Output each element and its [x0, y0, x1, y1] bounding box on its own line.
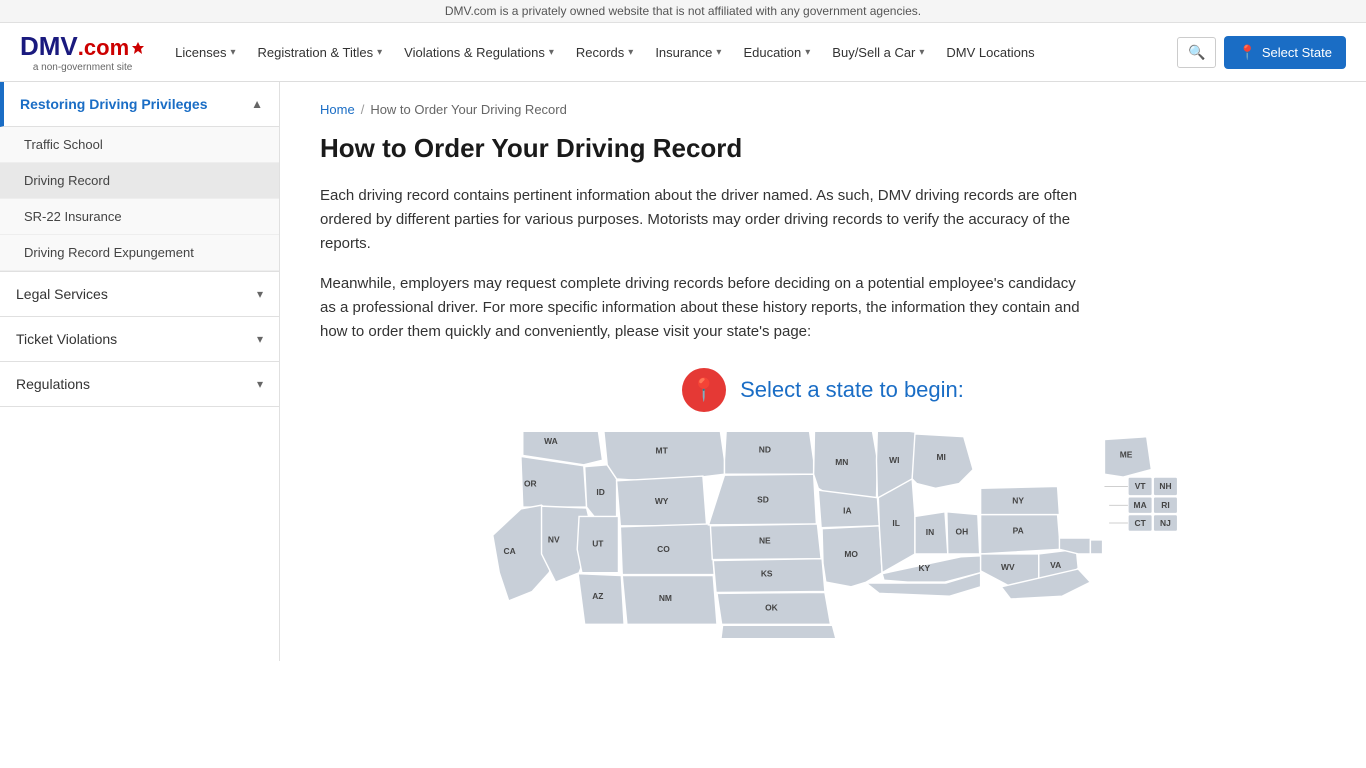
- us-map-container: WA OR CA ID NV MT WY: [443, 432, 1203, 641]
- state-id[interactable]: [585, 465, 617, 521]
- pin-circle-icon: 📍: [682, 368, 726, 412]
- state-co[interactable]: [620, 524, 714, 575]
- state-tx[interactable]: [720, 625, 837, 638]
- breadcrumb: Home / How to Order Your Driving Record: [320, 102, 1326, 117]
- nav-insurance[interactable]: Insurance ▾: [645, 37, 731, 68]
- content-paragraph-2: Meanwhile, employers may request complet…: [320, 272, 1080, 344]
- nav-registration[interactable]: Registration & Titles ▾: [248, 37, 393, 68]
- sidebar-section-title-legal: Legal Services: [16, 286, 108, 302]
- state-ks[interactable]: [713, 559, 825, 593]
- nav-records[interactable]: Records ▾: [566, 37, 643, 68]
- sidebar-section-title-regulations: Regulations: [16, 376, 90, 392]
- search-button[interactable]: 🔍: [1177, 37, 1216, 68]
- sidebar-section-violations[interactable]: Ticket Violations ▾: [0, 317, 279, 362]
- header: DMV . com a non-government site Licenses…: [0, 23, 1366, 82]
- sidebar-sub-items-restoring: Traffic School Driving Record SR-22 Insu…: [0, 127, 279, 272]
- chevron-up-icon: ▲: [251, 97, 263, 111]
- sidebar-section-restoring[interactable]: Restoring Driving Privileges ▲: [0, 82, 279, 127]
- state-nh[interactable]: [1153, 477, 1177, 496]
- select-state-button[interactable]: 📍 Select State: [1224, 36, 1346, 69]
- state-pa[interactable]: [981, 515, 1061, 554]
- nav-buysell[interactable]: Buy/Sell a Car ▾: [822, 37, 934, 68]
- page-title: How to Order Your Driving Record: [320, 133, 1326, 164]
- state-oh[interactable]: [947, 512, 980, 554]
- sidebar-item-driving-record[interactable]: Driving Record: [0, 163, 279, 199]
- chevron-down-icon: ▾: [716, 47, 721, 58]
- state-az[interactable]: [578, 574, 624, 625]
- state-vt[interactable]: [1128, 477, 1152, 496]
- state-nd[interactable]: [724, 432, 813, 474]
- chevron-down-icon: ▾: [549, 47, 554, 58]
- sidebar-section-title-restoring: Restoring Driving Privileges: [20, 96, 208, 112]
- content-paragraph-1: Each driving record contains pertinent i…: [320, 184, 1080, 256]
- sidebar-section-regulations[interactable]: Regulations ▾: [0, 362, 279, 407]
- main-container: Restoring Driving Privileges ▲ Traffic S…: [0, 82, 1366, 661]
- state-ok[interactable]: [717, 592, 831, 624]
- state-nj[interactable]: [1153, 515, 1177, 532]
- breadcrumb-current: How to Order Your Driving Record: [370, 102, 567, 117]
- chevron-down-icon: ▾: [628, 47, 633, 58]
- breadcrumb-separator: /: [361, 102, 365, 117]
- nav-education[interactable]: Education ▾: [733, 37, 820, 68]
- state-me[interactable]: [1104, 437, 1151, 477]
- chevron-down-icon: ▾: [805, 47, 810, 58]
- sidebar-item-traffic-school[interactable]: Traffic School: [0, 127, 279, 163]
- top-banner: DMV.com is a privately owned website tha…: [0, 0, 1366, 23]
- state-de[interactable]: [1090, 540, 1102, 554]
- sidebar-item-sr22[interactable]: SR-22 Insurance: [0, 199, 279, 235]
- content-area: Home / How to Order Your Driving Record …: [280, 82, 1366, 661]
- state-ne[interactable]: [710, 524, 821, 560]
- chevron-down-icon: ▾: [257, 377, 263, 391]
- state-ct[interactable]: [1128, 515, 1152, 532]
- pin-icon: 📍: [1238, 44, 1255, 61]
- state-mt[interactable]: [603, 432, 724, 481]
- state-in[interactable]: [915, 512, 948, 554]
- state-mo[interactable]: [822, 526, 882, 587]
- state-nm[interactable]: [622, 576, 717, 625]
- state-sd[interactable]: [709, 474, 817, 525]
- chevron-down-icon: ▾: [377, 47, 382, 58]
- breadcrumb-home[interactable]: Home: [320, 102, 355, 117]
- state-ri[interactable]: [1153, 497, 1177, 514]
- nav-licenses[interactable]: Licenses ▾: [165, 37, 245, 68]
- us-map: WA OR CA ID NV MT WY: [443, 432, 1203, 638]
- sidebar-item-expungement[interactable]: Driving Record Expungement: [0, 235, 279, 271]
- chevron-down-icon: ▾: [257, 287, 263, 301]
- header-right: 🔍 📍 Select State: [1177, 36, 1346, 69]
- sidebar-section-legal[interactable]: Legal Services ▾: [0, 272, 279, 317]
- state-ma[interactable]: [1128, 497, 1152, 514]
- state-mi[interactable]: [912, 434, 973, 488]
- state-select-text: Select a state to begin:: [740, 377, 964, 403]
- nav-locations[interactable]: DMV Locations: [936, 37, 1044, 68]
- sidebar-section-title-violations: Ticket Violations: [16, 331, 117, 347]
- state-select-cta: 📍 Select a state to begin:: [320, 368, 1326, 412]
- logo[interactable]: DMV . com a non-government site: [20, 31, 145, 73]
- main-nav: Licenses ▾ Registration & Titles ▾ Viola…: [165, 37, 1177, 68]
- chevron-down-icon: ▾: [257, 332, 263, 346]
- chevron-down-icon: ▾: [230, 47, 235, 58]
- state-ut[interactable]: [577, 516, 618, 572]
- nav-violations[interactable]: Violations & Regulations ▾: [394, 37, 564, 68]
- state-wy[interactable]: [617, 476, 707, 526]
- chevron-down-icon: ▾: [919, 47, 924, 58]
- state-ny[interactable]: [981, 486, 1060, 514]
- sidebar: Restoring Driving Privileges ▲ Traffic S…: [0, 82, 280, 661]
